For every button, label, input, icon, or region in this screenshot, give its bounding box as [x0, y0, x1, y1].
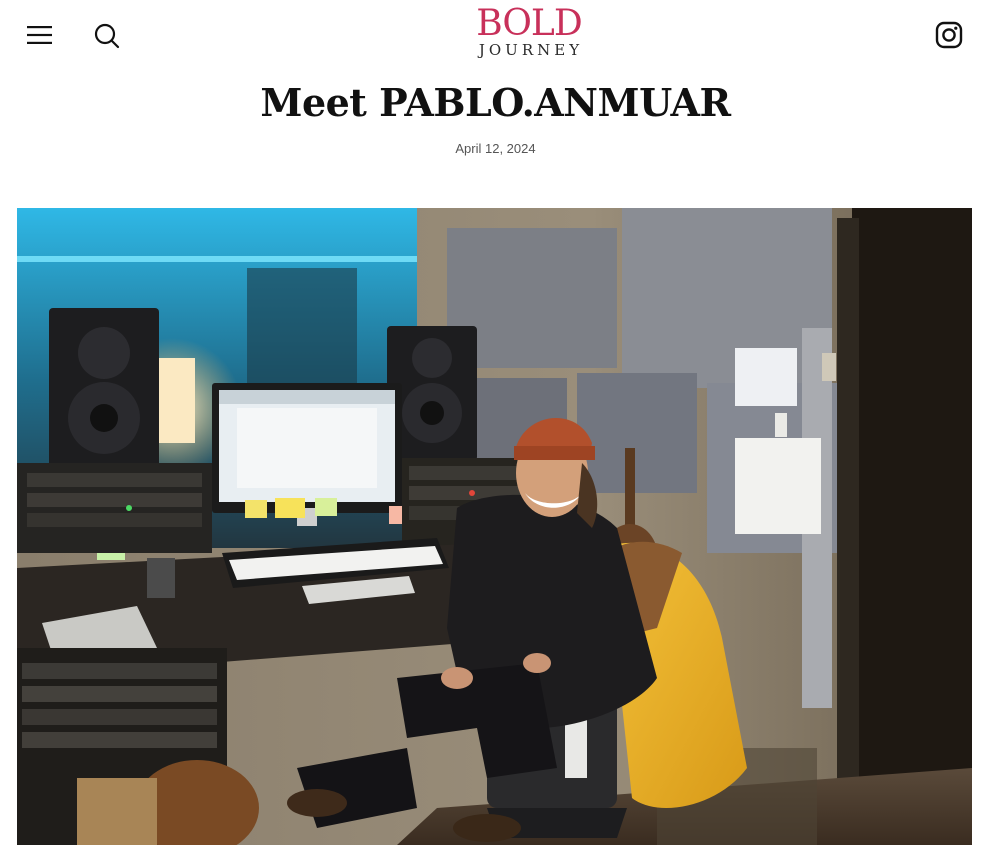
article-title: Meet PABLO.ANMUAR — [260, 80, 731, 125]
hero-image — [17, 208, 972, 845]
article-date: April 12, 2024 — [455, 141, 536, 156]
search-icon — [94, 23, 120, 49]
menu-button[interactable] — [22, 18, 58, 52]
logo-wordmark-top: BOLD — [476, 3, 582, 44]
instagram-link[interactable] — [928, 14, 970, 56]
studio-photo — [17, 208, 972, 845]
search-button[interactable] — [88, 18, 126, 54]
site-header: BOLD JOURNEY — [0, 0, 991, 72]
instagram-icon — [935, 21, 963, 49]
logo-wordmark-bottom: JOURNEY — [478, 41, 584, 59]
site-logo[interactable]: BOLD JOURNEY — [466, 6, 592, 62]
hamburger-menu-icon — [27, 26, 52, 44]
